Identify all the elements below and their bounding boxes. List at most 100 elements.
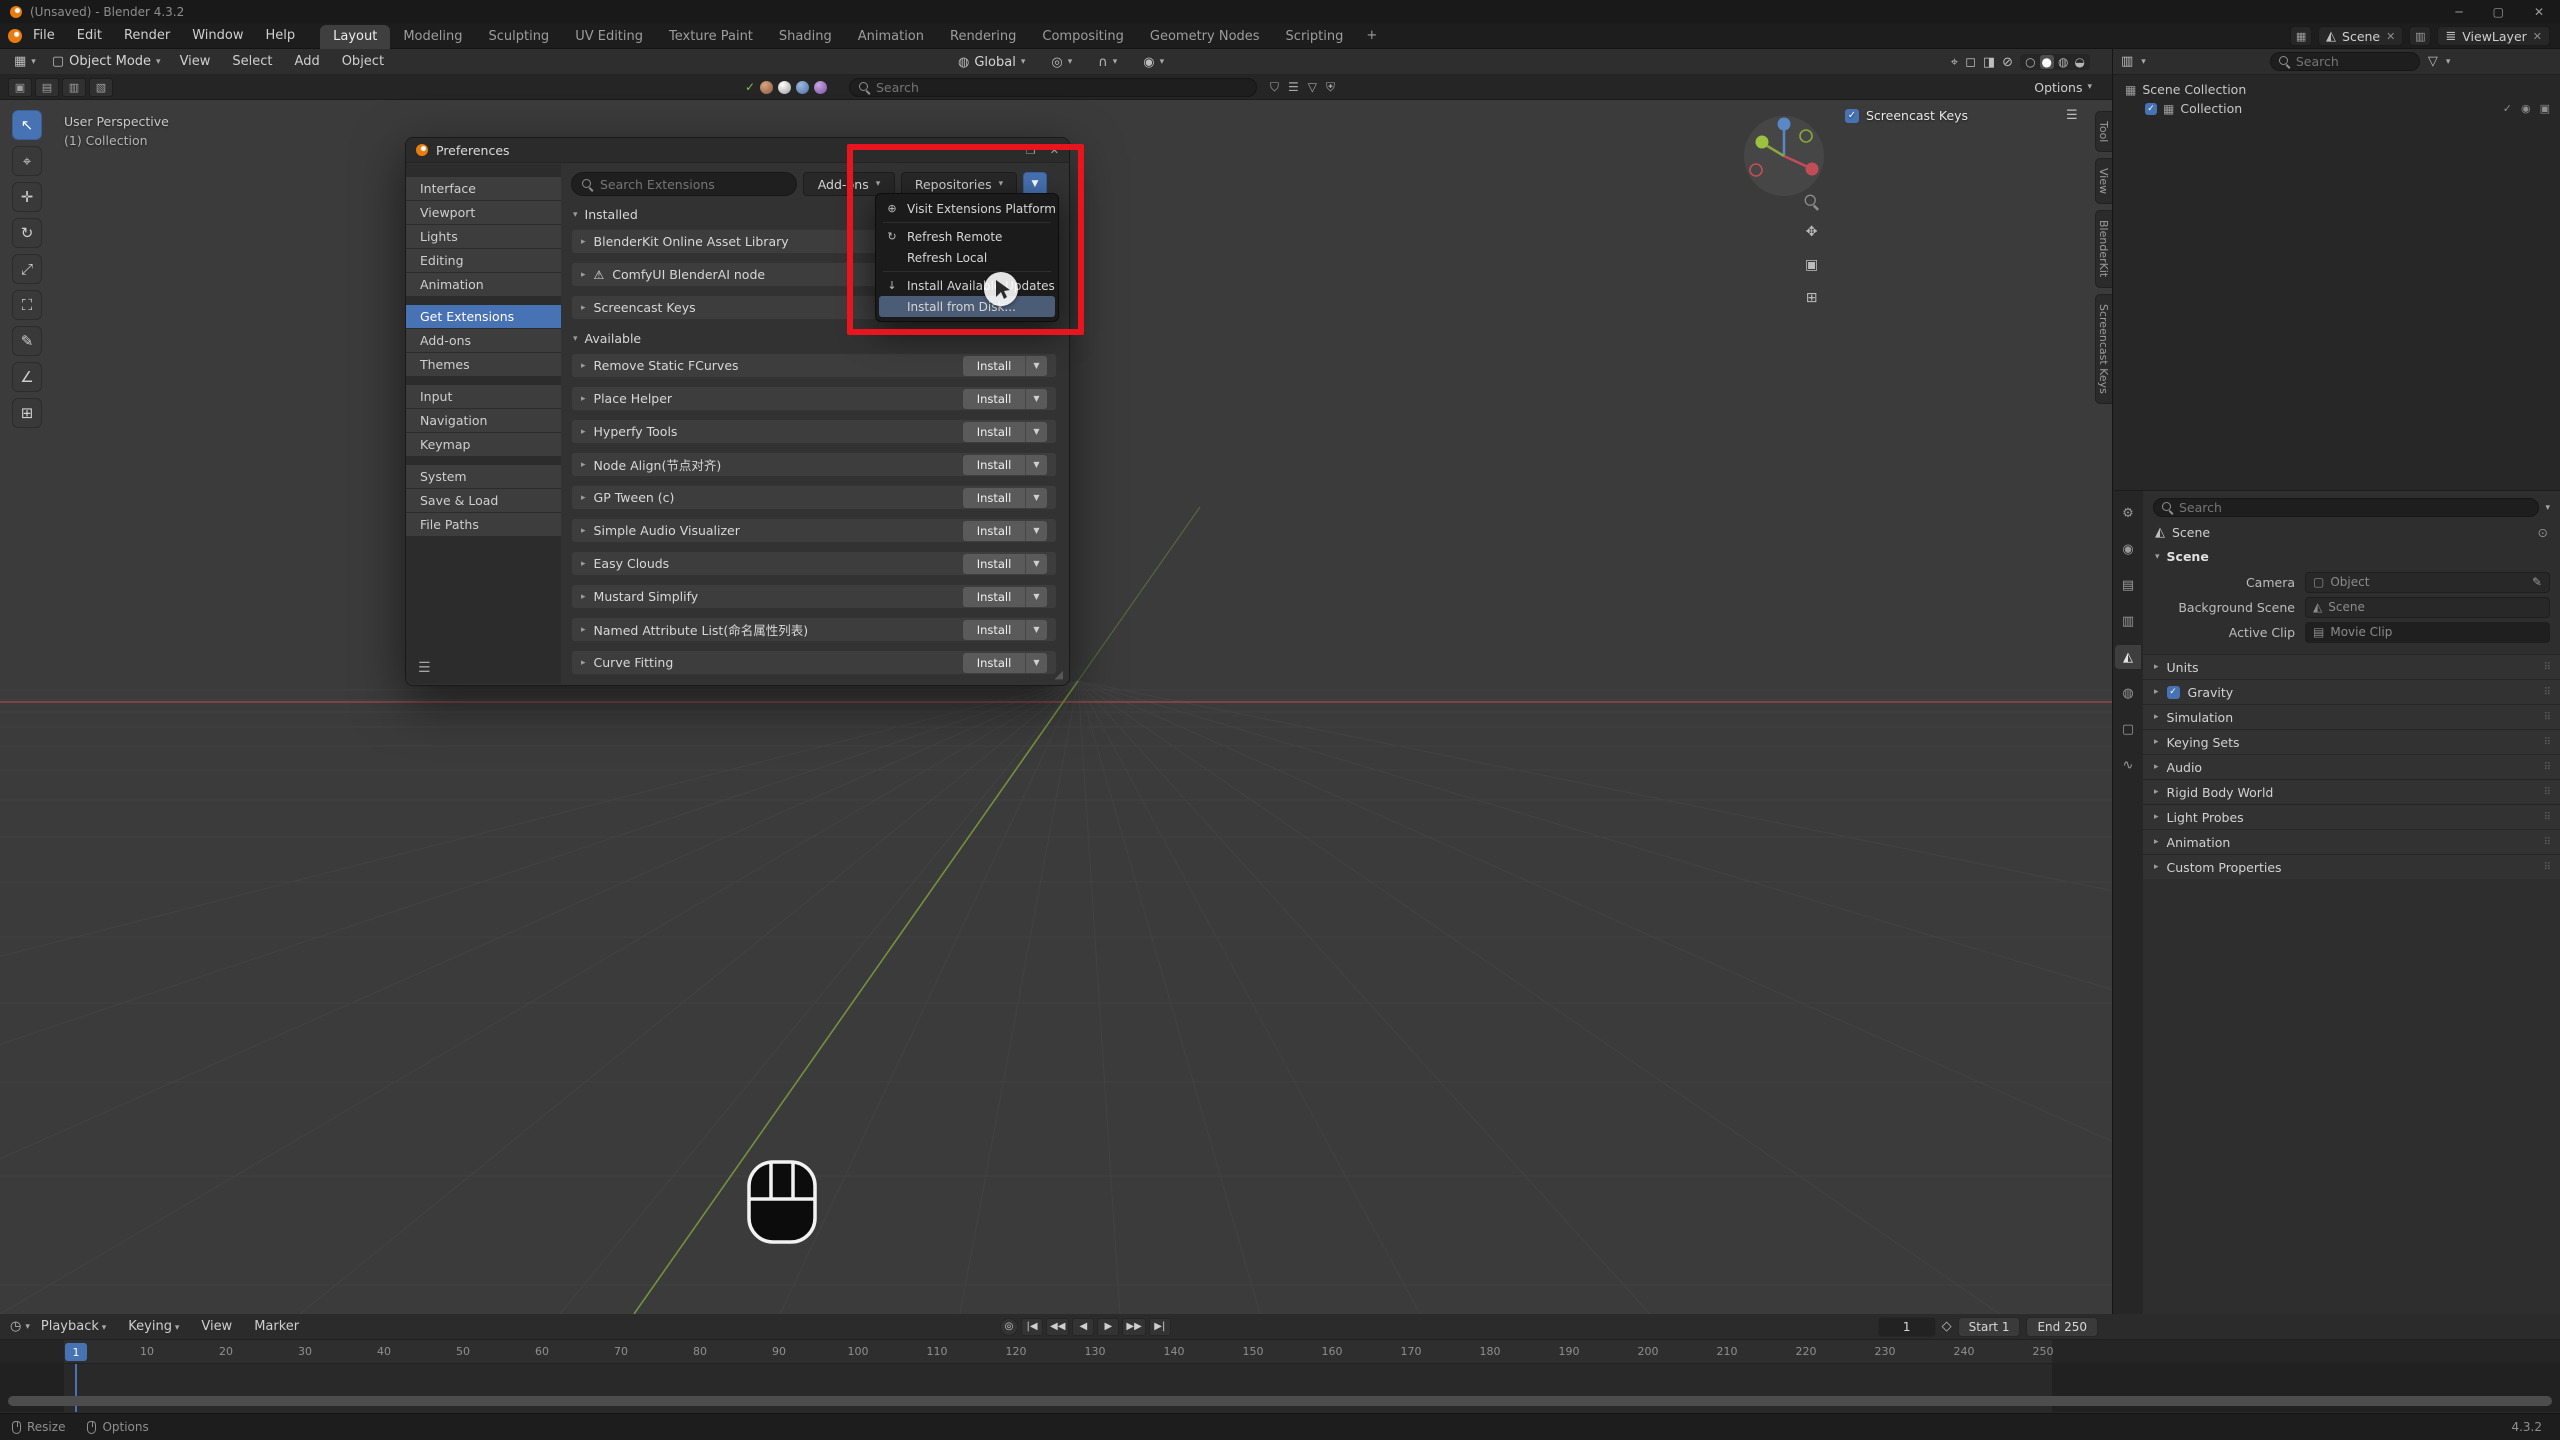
material-shading-icon[interactable]: ◍ (2056, 55, 2070, 69)
workspace-tab-compositing[interactable]: Compositing (1029, 25, 1137, 49)
expand-arrow-icon[interactable]: ▸ (581, 427, 586, 437)
install-button[interactable]: Install (963, 554, 1025, 574)
snap-dropdown[interactable]: ∩▾ (1090, 55, 1125, 70)
list-icon[interactable]: ☰ (1288, 80, 1299, 95)
unlink-scene-icon[interactable]: ✕ (2386, 30, 2395, 43)
pan-hand-icon[interactable]: ✥ (1806, 224, 1818, 240)
available-extension-row-simple-audio-visualizer[interactable]: ▸Simple Audio VisualizerInstall▼ (571, 518, 1057, 543)
proportional-editing-dropdown[interactable]: ◉▾ (1135, 55, 1172, 70)
install-options-chevron-icon[interactable]: ▼ (1025, 620, 1047, 640)
wireframe-shading-icon[interactable]: ○ (2023, 55, 2037, 69)
add-workspace-button[interactable]: + (1356, 28, 1387, 43)
pivot-point-dropdown[interactable]: ◎▾ (1043, 55, 1080, 70)
scene-properties-tab-icon[interactable]: ◭ (2115, 645, 2141, 669)
panel-animation[interactable]: ▸Animation⠿ (2143, 829, 2560, 854)
workspace-tab-shading[interactable]: Shading (766, 25, 845, 49)
overlays-toggle-icon[interactable]: ◨ (1983, 55, 1995, 70)
expand-arrow-icon[interactable]: ▸ (581, 658, 586, 668)
expand-arrow-icon[interactable]: ▸ (2154, 862, 2159, 872)
frame-start-field[interactable]: Start 1 (1958, 1317, 2021, 1337)
timeline-menu-view[interactable]: View (190, 1319, 243, 1334)
install-options-chevron-icon[interactable]: ▼ (1025, 488, 1047, 508)
preferences-section-themes[interactable]: Themes (406, 353, 561, 376)
pin-icon[interactable]: ⊙ (2538, 525, 2548, 540)
outliner-row-scene-collection[interactable]: ▦Scene Collection (2113, 80, 2560, 99)
install-button[interactable]: Install (963, 620, 1025, 640)
available-extension-row-node-align[interactable]: ▸Node Align(节点对齐)Install▼ (571, 452, 1057, 477)
viewport-menu-add[interactable]: Add (284, 54, 331, 69)
solid-shading-icon[interactable]: ● (2040, 55, 2054, 69)
xray-toggle-icon[interactable]: ⊘ (2002, 55, 2013, 70)
jump-to-next-keyframe-button[interactable]: ▶▶ (1122, 1318, 1145, 1336)
outliner-search-input[interactable] (2296, 54, 2411, 69)
preferences-section-keymap[interactable]: Keymap (406, 433, 561, 456)
panel-light-probes[interactable]: ▸Light Probes⠿ (2143, 804, 2560, 829)
collection-checkbox-icon[interactable]: ✓ (2145, 103, 2157, 115)
overlay-menu-icon[interactable]: ☰ (2066, 108, 2078, 123)
workspace-tab-scripting[interactable]: Scripting (1273, 25, 1357, 49)
minimize-icon[interactable]: ─ (2455, 5, 2462, 19)
editor-mode-icon-3[interactable]: ▥ (62, 78, 86, 97)
bookmark-icon[interactable]: ⛉ (1270, 80, 1279, 95)
expand-arrow-icon[interactable]: ▸ (581, 460, 586, 470)
available-extension-row-named-attribute-list[interactable]: ▸Named Attribute List(命名属性列表)Install▼ (571, 617, 1057, 642)
expand-arrow-icon[interactable]: ▸ (2154, 662, 2159, 672)
output-properties-tab-icon[interactable]: ▤ (2115, 573, 2141, 597)
scale-tool-icon[interactable]: ⤢ (12, 254, 42, 284)
mode-dropdown[interactable]: ▢ Object Mode ▾ (44, 54, 169, 69)
selectable-toggle-icon[interactable]: ✓ (2503, 102, 2512, 115)
expand-arrow-icon[interactable]: ▸ (581, 394, 586, 404)
panel-rigid-body-world[interactable]: ▸Rigid Body World⠿ (2143, 779, 2560, 804)
eyedropper-icon[interactable]: ✎ (2532, 575, 2542, 589)
tool-properties-tab-icon[interactable]: ⚙ (2115, 501, 2141, 525)
install-options-chevron-icon[interactable]: ▼ (1025, 587, 1047, 607)
preferences-section-get-extensions[interactable]: Get Extensions (406, 305, 561, 328)
tweak-select-tool-icon[interactable]: ↖ (12, 110, 42, 140)
editor-type-dropdown[interactable]: ▦▾ (6, 54, 44, 69)
install-button[interactable]: Install (963, 488, 1025, 508)
preferences-section-file-paths[interactable]: File Paths (406, 513, 561, 536)
timeline-editor-icon[interactable]: ◷ (10, 1319, 21, 1334)
measure-tool-icon[interactable]: ∠ (12, 362, 42, 392)
browse-scene-icon[interactable]: ▦ (2290, 26, 2312, 46)
timeline-menu-keying[interactable]: Keying ▾ (117, 1319, 190, 1334)
panel-simulation[interactable]: ▸Simulation⠿ (2143, 704, 2560, 729)
expand-arrow-icon[interactable]: ▸ (581, 526, 586, 536)
timeline-dopesheet[interactable] (0, 1364, 2560, 1412)
menu-help[interactable]: Help (255, 28, 307, 43)
cursor-tool-icon[interactable]: ⌖ (12, 146, 42, 176)
outliner-search-box[interactable] (2270, 52, 2420, 71)
transform-tool-icon[interactable]: ⛶ (12, 290, 42, 320)
sidebar-tab-view[interactable]: View (2095, 158, 2112, 204)
browse-view-layer-icon[interactable]: ▥ (2409, 26, 2431, 46)
install-button[interactable]: Install (963, 587, 1025, 607)
matcap-blue-icon[interactable] (796, 81, 809, 94)
workspace-tab-modeling[interactable]: Modeling (390, 25, 475, 49)
timeline-ruler[interactable]: 1020304050607080901001101201301401501601… (0, 1340, 2560, 1364)
expand-arrow-icon[interactable]: ▸ (581, 592, 586, 602)
preferences-section-navigation[interactable]: Navigation (406, 409, 561, 432)
editor-mode-icon-2[interactable]: ▤ (35, 78, 59, 97)
available-extension-row-curve-fitting[interactable]: ▸Curve FittingInstall▼ (571, 650, 1057, 675)
sidebar-tab-screencast-keys[interactable]: Screencast Keys (2095, 294, 2112, 404)
preferences-section-lights[interactable]: Lights (406, 225, 561, 248)
properties-search-input[interactable] (2179, 500, 2530, 515)
expand-arrow-icon[interactable]: ▸ (2154, 837, 2159, 847)
available-extension-row-hyperfy-tools[interactable]: ▸Hyperfy ToolsInstall▼ (571, 419, 1057, 444)
panel-custom-properties[interactable]: ▸Custom Properties⠿ (2143, 854, 2560, 879)
sidebar-tab-blenderkit[interactable]: BlenderKit (2095, 210, 2112, 287)
install-button[interactable]: Install (963, 521, 1025, 541)
menu-window[interactable]: Window (181, 28, 254, 43)
install-button[interactable]: Install (963, 389, 1025, 409)
menu-edit[interactable]: Edit (66, 28, 113, 43)
preferences-section-viewport[interactable]: Viewport (406, 201, 561, 224)
outliner-row-collection[interactable]: ✓▦Collection✓◉▣ (2113, 99, 2560, 118)
play-button[interactable]: ▶ (1097, 1318, 1119, 1336)
world-properties-tab-icon[interactable]: ◍ (2115, 681, 2141, 705)
rotate-tool-icon[interactable]: ↻ (12, 218, 42, 248)
menu-render[interactable]: Render (113, 28, 181, 43)
workspace-tab-layout[interactable]: Layout (320, 25, 390, 49)
available-extension-row-gp-tween-c[interactable]: ▸GP Tween (c)Install▼ (571, 485, 1057, 510)
install-options-chevron-icon[interactable]: ▼ (1025, 521, 1047, 541)
disable-in-render-icon[interactable]: ▣ (2540, 102, 2550, 115)
